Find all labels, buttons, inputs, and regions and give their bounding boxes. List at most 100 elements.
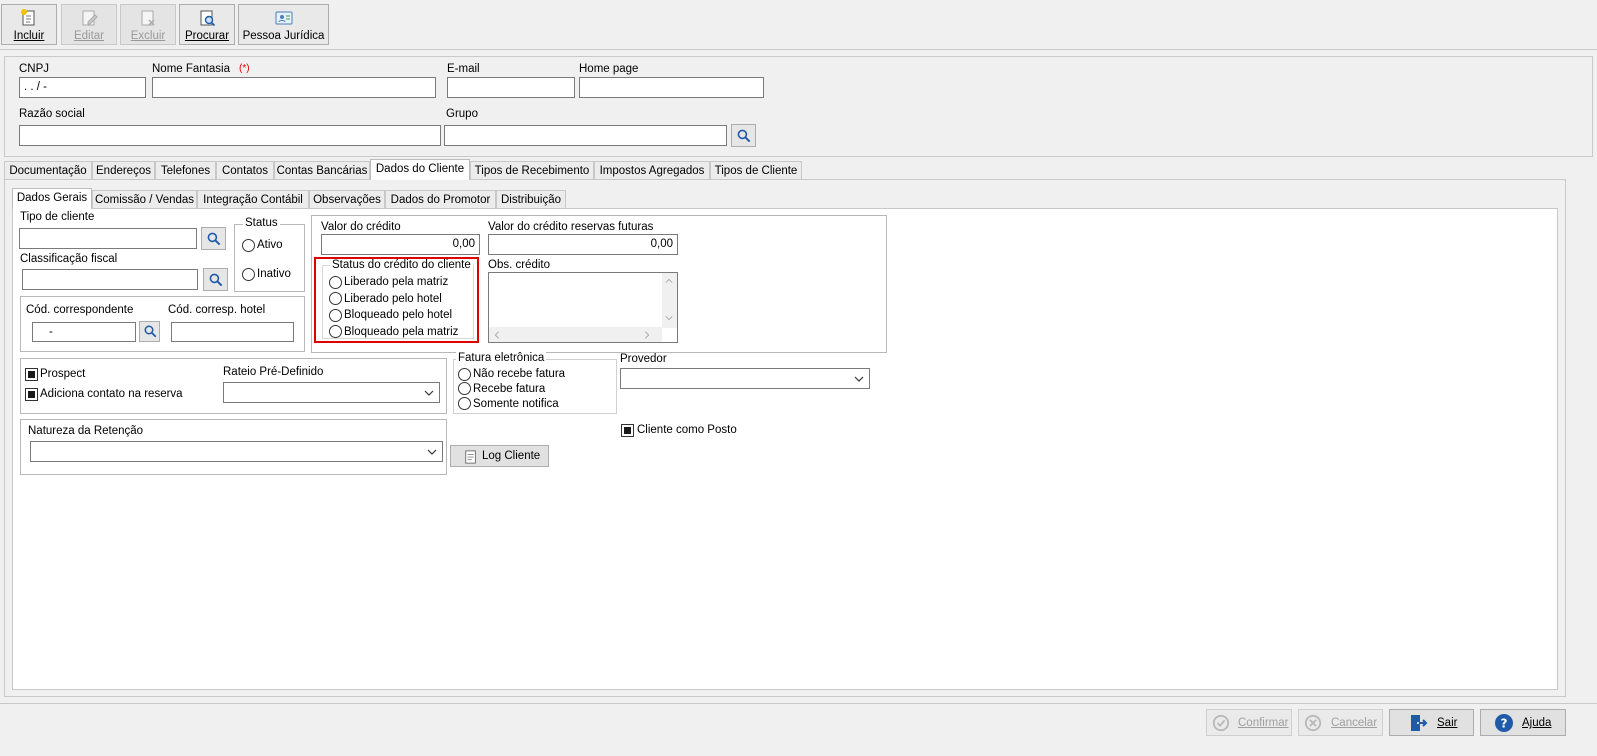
tab-contatos[interactable]: Contatos <box>216 161 274 180</box>
exit-door-icon <box>1411 715 1428 731</box>
liberado-matriz-radio[interactable] <box>329 276 342 289</box>
email-input[interactable] <box>447 77 575 98</box>
search-icon <box>144 325 157 338</box>
bloqueado-matriz-label: Bloqueado pela matriz <box>344 326 459 338</box>
tab-dados-do-cliente[interactable]: Dados do Cliente <box>370 159 470 180</box>
somente-notifica-label: Somente notifica <box>473 398 559 410</box>
ajuda-label: Ajuda <box>1522 717 1552 729</box>
cod-corresp-hotel-label: Cód. corresp. hotel <box>168 304 266 316</box>
status-title: Status <box>243 217 280 229</box>
rateio-label: Rateio Pré-Definido <box>223 366 324 378</box>
razao-social-input[interactable] <box>19 125 441 146</box>
tab-dados-do-promotor[interactable]: Dados do Promotor <box>385 190 496 209</box>
tab-comissao-vendas[interactable]: Comissão / Vendas <box>92 190 197 209</box>
pessoa-juridica-button[interactable]: Pessoa Jurídica <box>238 4 329 45</box>
recebe-fatura-radio[interactable] <box>458 382 471 395</box>
valor-credito-futuras-input[interactable]: 0,00 <box>488 234 678 255</box>
bloqueado-matriz-radio[interactable] <box>329 325 342 338</box>
grupo-input[interactable] <box>444 125 727 146</box>
somente-notifica-radio[interactable] <box>458 397 471 410</box>
required-mark: (*) <box>239 63 250 74</box>
log-cliente-button[interactable]: Log Cliente <box>450 445 549 467</box>
natureza-retencao-select[interactable] <box>30 441 443 462</box>
classificacao-fiscal-input[interactable] <box>22 269 198 290</box>
razao-social-label: Razão social <box>19 108 85 120</box>
bloqueado-hotel-label: Bloqueado pelo hotel <box>344 309 453 321</box>
chevron-down-icon <box>854 376 864 382</box>
nao-recebe-fatura-label: Não recebe fatura <box>473 368 566 380</box>
horizontal-scrollbar[interactable] <box>489 327 662 342</box>
natureza-retencao-label: Natureza da Retenção <box>28 425 144 437</box>
cod-correspondente-search-button[interactable] <box>139 321 160 342</box>
tab-distribuicao[interactable]: Distribuição <box>496 190 566 209</box>
search-icon <box>209 273 223 287</box>
cancelar-button[interactable]: Cancelar <box>1298 709 1383 736</box>
grupo-search-button[interactable] <box>731 124 756 147</box>
tab-enderecos[interactable]: Endereços <box>92 161 155 180</box>
tab-telefones[interactable]: Telefones <box>155 161 216 180</box>
adiciona-contato-checkbox[interactable] <box>25 388 38 401</box>
log-icon <box>465 450 476 464</box>
valor-credito-label: Valor do crédito <box>321 221 401 233</box>
tab-integracao-contabil[interactable]: Integração Contábil <box>197 190 309 209</box>
tab-tipos-de-recebimento[interactable]: Tipos de Recebimento <box>470 161 594 180</box>
cnpj-input[interactable]: . . / - <box>19 77 146 98</box>
tab-observacoes[interactable]: Observações <box>309 190 385 209</box>
tab-tipos-de-cliente[interactable]: Tipos de Cliente <box>710 161 802 180</box>
liberado-hotel-radio[interactable] <box>329 292 342 305</box>
search-document-icon <box>200 10 216 27</box>
status-ativo-radio[interactable] <box>242 239 255 252</box>
liberado-matriz-label: Liberado pela matriz <box>344 276 449 288</box>
vertical-scrollbar[interactable] <box>662 273 677 328</box>
cnpj-label: CNPJ <box>19 63 50 75</box>
prospect-checkbox[interactable] <box>25 368 38 381</box>
procurar-button[interactable]: Procurar <box>179 4 235 45</box>
excluir-button[interactable]: Excluir <box>120 4 176 45</box>
tab-dados-gerais[interactable]: Dados Gerais <box>12 188 92 209</box>
nome-fantasia-input[interactable] <box>152 77 436 98</box>
svg-text:?: ? <box>1501 717 1508 731</box>
cliente-posto-checkbox[interactable] <box>621 424 634 437</box>
cod-corresp-hotel-input[interactable] <box>171 322 294 342</box>
provedor-select[interactable] <box>620 368 870 389</box>
obs-credito-textarea[interactable] <box>488 272 678 343</box>
classificacao-fiscal-search-button[interactable] <box>203 268 228 291</box>
tipo-cliente-input[interactable] <box>19 228 197 249</box>
tab-contas-bancarias[interactable]: Contas Bancárias <box>274 161 370 180</box>
tab-impostos-agregados[interactable]: Impostos Agregados <box>594 161 710 180</box>
editar-button[interactable]: Editar <box>61 4 117 45</box>
tipo-cliente-label: Tipo de cliente <box>20 211 95 223</box>
scroll-up-icon <box>665 278 673 283</box>
bloqueado-hotel-radio[interactable] <box>329 309 342 322</box>
cliente-posto-label: Cliente como Posto <box>637 424 737 436</box>
provedor-label: Provedor <box>620 353 667 365</box>
chevron-down-icon <box>427 449 437 455</box>
scroll-down-icon <box>665 316 673 321</box>
confirmar-button[interactable]: Confirmar <box>1206 709 1292 736</box>
search-icon <box>737 129 751 143</box>
cod-correspondente-input[interactable]: - <box>32 322 136 342</box>
cod-correspondente-value: - <box>49 326 53 338</box>
cod-correspondente-label: Cód. correspondente <box>26 304 134 316</box>
incluir-button[interactable]: Incluir <box>1 4 57 45</box>
sair-label: Sair <box>1437 717 1458 729</box>
valor-credito-futuras-label: Valor do crédito reservas futuras <box>488 221 654 233</box>
homepage-label: Home page <box>579 63 639 75</box>
status-inativo-radio[interactable] <box>242 268 255 281</box>
valor-credito-input[interactable]: 0,00 <box>321 234 480 255</box>
ajuda-button[interactable]: ? Ajuda <box>1480 709 1566 736</box>
fatura-title: Fatura eletrônica <box>456 352 547 364</box>
nome-fantasia-label: Nome Fantasia <box>152 63 230 75</box>
delete-document-icon <box>141 10 155 26</box>
status-ativo-label: Ativo <box>257 239 283 251</box>
search-icon <box>207 232 221 246</box>
tipo-cliente-search-button[interactable] <box>201 227 226 250</box>
rateio-select[interactable] <box>223 382 440 403</box>
tab-documentacao[interactable]: Documentação <box>4 161 92 180</box>
confirmar-label: Confirmar <box>1238 717 1289 729</box>
sair-button[interactable]: Sair <box>1389 709 1474 736</box>
procurar-label: Procurar <box>184 30 230 42</box>
nao-recebe-fatura-radio[interactable] <box>458 368 471 381</box>
log-cliente-label: Log Cliente <box>482 450 541 462</box>
homepage-input[interactable] <box>579 77 764 98</box>
